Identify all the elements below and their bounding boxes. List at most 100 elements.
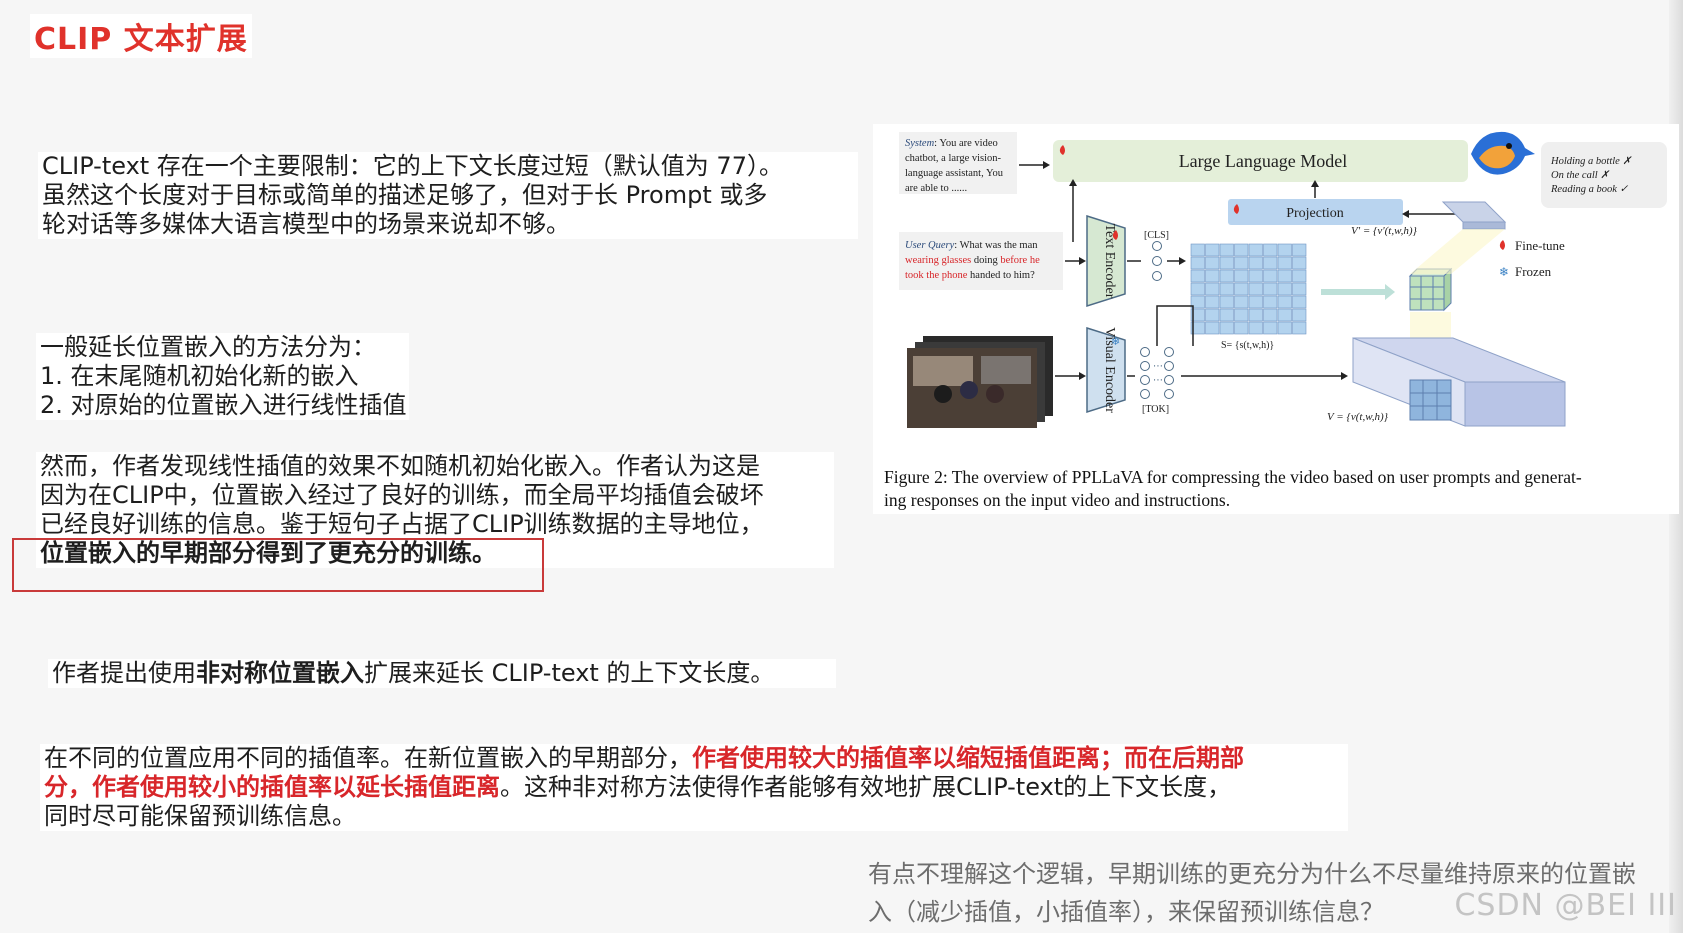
arrowhead bbox=[1402, 210, 1409, 218]
cls-token bbox=[1152, 241, 1162, 251]
grid-cell bbox=[1219, 295, 1234, 309]
query-line: took the phone handed to him? bbox=[905, 270, 1035, 281]
grid-cell bbox=[1292, 321, 1307, 335]
system-line: chatbot, a large vision- bbox=[905, 153, 1002, 164]
grid-cell bbox=[1277, 282, 1292, 296]
system-line: language assistant, You bbox=[905, 168, 1004, 179]
bold-term: 非对称位置嵌入 bbox=[196, 659, 364, 687]
csdn-watermark: CSDN @BEI III bbox=[1454, 888, 1677, 923]
gradient-arrow bbox=[1321, 284, 1395, 300]
text-span: 作者提出使用 bbox=[52, 659, 196, 687]
grid-cell bbox=[1248, 269, 1263, 283]
answer-line: On the call ✗ bbox=[1551, 170, 1610, 181]
text-line: 轮对话等多媒体大语言模型中的场景来说却不够。 bbox=[42, 210, 570, 238]
grid-cell bbox=[1277, 308, 1292, 322]
arrow-tok-grid bbox=[1156, 305, 1194, 346]
query-line: User Query: What was the man bbox=[905, 240, 1038, 251]
grid-cell bbox=[1219, 256, 1234, 270]
snowflake-icon: ❄ bbox=[1111, 335, 1120, 348]
grid-cell bbox=[1219, 282, 1234, 296]
caption-line: ing responses on the input video and ins… bbox=[884, 490, 1231, 510]
text-line: 一般延长位置嵌入的方法分为： bbox=[40, 333, 376, 361]
caption-line: Figure 2: The overview of PPLLaVA for co… bbox=[884, 467, 1582, 487]
text-line: 同时尽可能保留预训练信息。 bbox=[44, 802, 356, 830]
architecture-diagram: System: You are video chatbot, a large v… bbox=[899, 131, 1667, 428]
answer-line: Holding a bottle ✗ bbox=[1550, 156, 1632, 167]
grid-cell bbox=[1219, 308, 1234, 322]
text-span: 在不同的位置应用不同的插值率。在新位置嵌入的早期部分， bbox=[44, 744, 692, 772]
grid-cell bbox=[1277, 256, 1292, 270]
grid-cell bbox=[1234, 295, 1249, 309]
text-line: 已经良好训练的信息。鉴于短句子占据了CLIP训练数据的主导地位， bbox=[40, 510, 764, 538]
red-emphasis: 分，作者使用较小的插值率以延长插值距离 bbox=[44, 773, 500, 801]
grid-cell bbox=[1248, 308, 1263, 322]
text-line: 分，作者使用较小的插值率以延长插值距离。这种非对称方法使得作者能够有效地扩展CL… bbox=[44, 773, 1344, 802]
grid-cell bbox=[1292, 295, 1307, 309]
grid-cell bbox=[1205, 282, 1220, 296]
slide-title: CLIP 文本扩展 bbox=[30, 14, 252, 58]
grid-cell bbox=[1263, 243, 1278, 257]
grid-cell bbox=[1190, 256, 1205, 270]
grid-cell bbox=[1248, 282, 1263, 296]
grid-cell bbox=[1277, 269, 1292, 283]
architecture-figure: System: You are video chatbot, a large v… bbox=[873, 124, 1679, 514]
cls-token bbox=[1152, 271, 1162, 281]
grid-cell bbox=[1263, 256, 1278, 270]
grid-cell bbox=[1234, 321, 1249, 335]
vprime-slab bbox=[1441, 201, 1507, 223]
grid-cell bbox=[1292, 269, 1307, 283]
grid-cell bbox=[1263, 308, 1278, 322]
text-line: 虽然这个长度对于目标或简单的描述足够了，但对于长 Prompt 或多 bbox=[42, 181, 768, 209]
query-line: wearing glasses doing before he bbox=[905, 255, 1040, 266]
grid-cell bbox=[1248, 295, 1263, 309]
arrowhead bbox=[1179, 257, 1186, 265]
text-span: 扩展来延长 CLIP-text 的上下文长度。 bbox=[364, 659, 775, 687]
tok-label: [TOK] bbox=[1142, 404, 1169, 415]
system-line: System: You are video bbox=[905, 138, 998, 149]
figure-caption: Figure 2: The overview of PPLLaVA for co… bbox=[884, 466, 1674, 512]
grid-cell bbox=[1292, 282, 1307, 296]
grid-cell bbox=[1234, 243, 1249, 257]
paragraph-asymmetric: 在不同的位置应用不同的插值率。在新位置嵌入的早期部分，作者使用较大的插值率以缩短… bbox=[40, 744, 1348, 831]
arrowhead bbox=[1341, 372, 1348, 380]
grid-cell bbox=[1234, 256, 1249, 270]
text-line: 因为在CLIP中，位置嵌入经过了良好的训练，而全局平均插值会破坏 bbox=[40, 481, 764, 509]
text-line: CLIP-text 存在一个主要限制：它的上下文长度过短（默认值为 77）。 bbox=[42, 152, 783, 180]
grid-cell bbox=[1263, 321, 1278, 335]
grid-cell bbox=[1292, 243, 1307, 257]
cls-token bbox=[1152, 256, 1162, 266]
legend-finetune: Fine-tune bbox=[1515, 238, 1565, 253]
red-emphasis: 作者使用较大的插值率以缩短插值距离；而在后期部 bbox=[692, 744, 1244, 772]
tok-tokens: ⋯ ⋯ bbox=[1140, 347, 1174, 399]
grid-cell bbox=[1219, 243, 1234, 257]
v-label: V = {v(t,w,h)} bbox=[1327, 411, 1389, 423]
grid-cell bbox=[1248, 321, 1263, 335]
grid-cell bbox=[1277, 321, 1292, 335]
text-span: 。这种非对称方法使得作者能够有效地扩展CLIP-text的上下文长度， bbox=[500, 773, 1232, 801]
grid-cell bbox=[1277, 295, 1292, 309]
grid-cell bbox=[1190, 243, 1205, 257]
s-label: S= {s(t,w,h)} bbox=[1221, 340, 1274, 351]
grid-cell bbox=[1205, 321, 1220, 335]
snowflake-icon: ❄ bbox=[1499, 265, 1509, 279]
grid-cell bbox=[1219, 321, 1234, 335]
paragraph-methods: 一般延长位置嵌入的方法分为： 1. 在末尾随机初始化新的嵌入 2. 对原始的位置… bbox=[36, 333, 409, 420]
grid-cell bbox=[1205, 308, 1220, 322]
list-item: 2. 对原始的位置嵌入进行线性插值 bbox=[40, 391, 407, 419]
projection-lines bbox=[1410, 229, 1505, 274]
fire-icon bbox=[1499, 240, 1505, 250]
grid-cell bbox=[1277, 243, 1292, 257]
grid-cell bbox=[1234, 308, 1249, 322]
arrowhead bbox=[1079, 372, 1086, 380]
grid-cell bbox=[1234, 269, 1249, 283]
video-frames bbox=[907, 336, 1053, 428]
grid-cell bbox=[1205, 269, 1220, 283]
arrowhead bbox=[1079, 257, 1086, 265]
grid-cell bbox=[1205, 295, 1220, 309]
grid-cell bbox=[1263, 295, 1278, 309]
vprime-slab-side bbox=[1462, 221, 1506, 230]
grid-cell bbox=[1248, 243, 1263, 257]
grid-cell bbox=[1248, 256, 1263, 270]
list-item: 1. 在末尾随机初始化新的嵌入 bbox=[40, 362, 359, 390]
svg-text:⋯: ⋯ bbox=[1153, 375, 1163, 386]
